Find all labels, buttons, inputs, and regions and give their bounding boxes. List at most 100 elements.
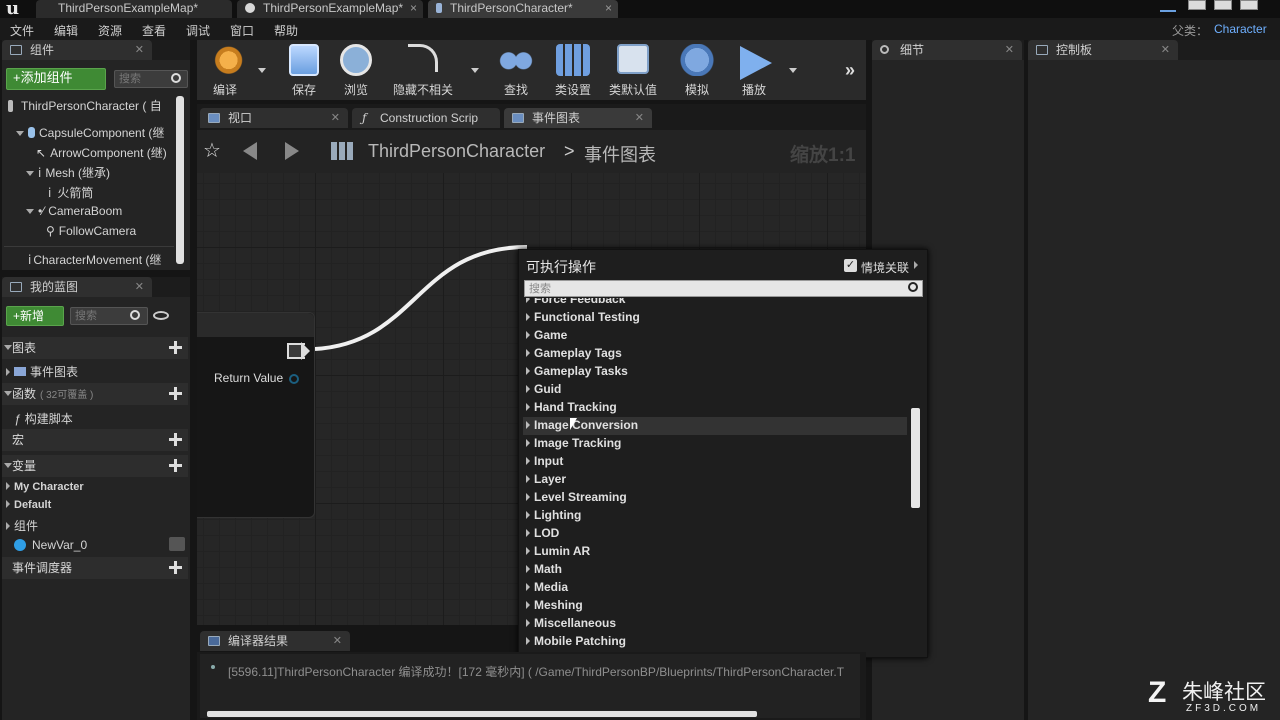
menu-window[interactable]: 窗口: [230, 22, 254, 39]
expand-icon[interactable]: [6, 500, 10, 508]
collapse-icon[interactable]: [4, 463, 12, 468]
close-icon[interactable]: ✕: [1161, 40, 1170, 60]
eye-icon[interactable]: [153, 311, 169, 320]
add-variable-button[interactable]: [169, 459, 182, 472]
play-button[interactable]: 播放: [728, 44, 780, 100]
action-category-hovered[interactable]: Image Conversion: [526, 418, 638, 432]
components-scrollbar[interactable]: [176, 96, 184, 264]
action-category-partial[interactable]: Force Feedback: [526, 298, 625, 306]
doc-tab-map-1[interactable]: ThirdPersonExampleMap*: [36, 0, 232, 18]
add-dispatcher-button[interactable]: [169, 561, 182, 574]
var-group-components[interactable]: 组件: [6, 517, 38, 534]
action-category[interactable]: Level Streaming: [526, 490, 627, 504]
return-value-pin[interactable]: [289, 374, 299, 384]
expand-icon[interactable]: [6, 368, 10, 376]
action-category[interactable]: Hand Tracking: [526, 400, 617, 414]
doc-tab-map-2[interactable]: ThirdPersonExampleMap* ×: [237, 0, 423, 18]
component-arrow[interactable]: ↖ ArrowComponent (继): [36, 144, 174, 161]
component-charmovement[interactable]: ⅰ CharacterMovement (继: [28, 251, 174, 268]
tab-construction-script[interactable]: ƒ Construction Scrip: [352, 108, 500, 128]
variables-section[interactable]: 变量: [2, 455, 188, 477]
minimize-button[interactable]: [1188, 0, 1206, 10]
close-icon[interactable]: ✕: [635, 108, 644, 128]
close-icon[interactable]: ×: [410, 0, 417, 16]
action-category[interactable]: Miscellaneous: [526, 616, 616, 630]
component-capsule[interactable]: CapsuleComponent (继: [16, 124, 174, 141]
find-button[interactable]: 查找: [490, 44, 542, 100]
add-function-button[interactable]: [169, 387, 182, 400]
action-category[interactable]: Media: [526, 580, 568, 594]
close-icon[interactable]: ✕: [1005, 40, 1014, 60]
context-sensitive-checkbox[interactable]: ✓: [844, 259, 857, 272]
variable-item[interactable]: NewVar_0: [14, 538, 87, 552]
variable-visibility-toggle[interactable]: [169, 537, 185, 551]
close-icon[interactable]: ×: [605, 0, 612, 16]
new-button[interactable]: +新增: [6, 306, 64, 326]
breadcrumb-blueprint[interactable]: ThirdPersonCharacter: [368, 141, 545, 162]
graphs-section[interactable]: 图表: [2, 337, 188, 359]
event-graph-item[interactable]: 事件图表: [6, 363, 78, 380]
var-group-default[interactable]: Default: [6, 499, 51, 511]
breadcrumb-graph[interactable]: 事件图表: [584, 141, 656, 167]
component-root[interactable]: ThirdPersonCharacter ( 自: [8, 97, 174, 114]
macros-section[interactable]: 宏: [2, 429, 188, 451]
hide-unrelated-button[interactable]: 隐藏不相关: [390, 44, 456, 100]
action-category[interactable]: Lighting: [526, 508, 581, 522]
close-icon[interactable]: ✕: [333, 631, 342, 651]
close-icon[interactable]: ✕: [331, 108, 340, 128]
action-category[interactable]: Gameplay Tags: [526, 346, 622, 360]
collapse-icon[interactable]: [26, 171, 34, 176]
close-icon[interactable]: ✕: [135, 40, 144, 60]
toolbar-overflow-icon[interactable]: »: [845, 60, 855, 81]
action-category[interactable]: Functional Testing: [526, 310, 640, 324]
action-category[interactable]: Input: [526, 454, 563, 468]
compiler-results-tab[interactable]: 编译器结果 ✕: [200, 631, 350, 651]
tab-viewport[interactable]: 视口 ✕: [200, 108, 348, 128]
collapse-icon[interactable]: [26, 209, 34, 214]
favorite-star-icon[interactable]: ☆: [203, 138, 221, 163]
action-category[interactable]: Layer: [526, 472, 566, 486]
simulate-button[interactable]: 模拟: [671, 44, 723, 100]
class-settings-button[interactable]: 类设置: [547, 44, 599, 100]
collapse-icon[interactable]: [16, 131, 24, 136]
action-category[interactable]: Meshing: [526, 598, 583, 612]
component-followcamera[interactable]: ⚲ FollowCamera: [46, 224, 136, 238]
dispatchers-section[interactable]: 事件调度器: [2, 557, 188, 579]
save-button[interactable]: 保存: [278, 44, 330, 100]
action-category[interactable]: Gameplay Tasks: [526, 364, 628, 378]
action-category[interactable]: LOD: [526, 526, 559, 540]
component-mesh[interactable]: ⅰ Mesh (继承): [26, 164, 110, 181]
functions-section[interactable]: 函数( 32可覆盖 ): [2, 383, 188, 405]
action-category[interactable]: Mobile Patching: [526, 634, 626, 648]
action-category[interactable]: Game: [526, 328, 567, 342]
action-list-scrollbar[interactable]: [911, 408, 920, 508]
my-blueprint-tab[interactable]: 我的蓝图 ✕: [2, 277, 152, 297]
menu-asset[interactable]: 资源: [98, 22, 122, 39]
back-arrow-icon[interactable]: [243, 142, 257, 160]
forward-arrow-icon[interactable]: [285, 142, 299, 160]
expand-icon[interactable]: [6, 482, 10, 490]
compile-options-arrow[interactable]: [258, 68, 266, 73]
parent-class-link[interactable]: Character: [1214, 22, 1267, 36]
maximize-button[interactable]: [1214, 0, 1232, 10]
action-category[interactable]: Guid: [526, 382, 561, 396]
component-rocket[interactable]: ⅰ 火箭筒: [48, 184, 93, 201]
palette-tab[interactable]: 控制板 ✕: [1028, 40, 1178, 60]
menu-edit[interactable]: 编辑: [54, 22, 78, 39]
class-defaults-button[interactable]: 类默认值: [607, 44, 659, 100]
compiler-hscrollbar[interactable]: [207, 711, 757, 717]
hide-unrelated-options-arrow[interactable]: [471, 68, 479, 73]
collapse-icon[interactable]: [4, 391, 12, 396]
menu-view[interactable]: 查看: [142, 22, 166, 39]
menu-debug[interactable]: 调试: [186, 22, 210, 39]
components-tab[interactable]: 组件 ✕: [2, 40, 152, 60]
construction-script-item[interactable]: ƒ 构建脚本: [14, 410, 73, 427]
action-search-input[interactable]: 搜索: [524, 280, 923, 297]
browse-button[interactable]: 浏览: [330, 44, 382, 100]
close-icon[interactable]: ✕: [135, 277, 144, 297]
notification-icon[interactable]: [1160, 0, 1176, 12]
var-group-mycharacter[interactable]: My Character: [6, 481, 84, 493]
menu-file[interactable]: 文件: [10, 22, 34, 39]
add-graph-button[interactable]: [169, 341, 182, 354]
action-category[interactable]: Image Tracking: [526, 436, 621, 450]
